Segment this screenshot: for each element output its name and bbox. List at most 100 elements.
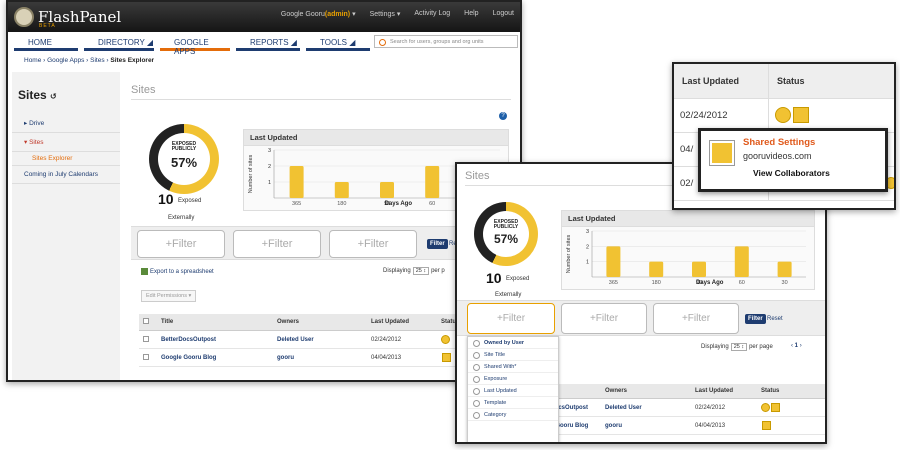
building-icon[interactable]: [442, 353, 451, 362]
table-row[interactable]: BetterDocsOutpost Deleted User 02/24/201…: [529, 398, 825, 417]
per-page-select[interactable]: 25 ↕: [412, 267, 430, 275]
filter-button-2[interactable]: +Filter: [561, 303, 647, 334]
row-title[interactable]: BetterDocsOutpost: [157, 330, 273, 349]
crumb-sites[interactable]: Sites: [90, 57, 104, 64]
displaying-label: Displaying: [383, 268, 411, 274]
globe-icon[interactable]: [441, 335, 450, 344]
row-owner[interactable]: gooru: [273, 348, 367, 367]
sites-table-zoom: Title Owners Last Updated Status BetterD…: [529, 384, 825, 435]
col-status[interactable]: Status: [757, 384, 825, 399]
row-checkbox[interactable]: [143, 353, 149, 360]
row-status: [768, 98, 894, 133]
help-link[interactable]: Help: [464, 10, 478, 18]
filter-apply-button[interactable]: Filter: [745, 314, 766, 324]
filter-button-1-active[interactable]: +Filter: [467, 303, 555, 334]
per-page-select[interactable]: 25 ↕: [730, 343, 748, 351]
exposed-label: Exposed: [178, 198, 202, 204]
row-owner[interactable]: gooru: [601, 416, 691, 435]
shared-settings-tooltip: Shared Settings gooruvideos.com View Col…: [698, 128, 888, 192]
crumb-current: Sites Explorer: [110, 57, 155, 64]
nav-home[interactable]: HOME: [14, 34, 78, 51]
export-link[interactable]: Export to a spreadsheet: [141, 268, 214, 275]
refresh-icon[interactable]: ↺: [50, 92, 57, 101]
nav-reports[interactable]: REPORTS ◢: [236, 34, 300, 51]
row-checkbox[interactable]: [143, 335, 149, 342]
building-icon[interactable]: [793, 107, 809, 123]
dropdown-option-template[interactable]: Template: [468, 397, 558, 409]
dropdown-option-category[interactable]: Category: [468, 409, 558, 421]
col-title[interactable]: Title: [157, 314, 273, 331]
nav-directory[interactable]: DIRECTORY ◢: [84, 34, 154, 51]
filter-button-2[interactable]: +Filter: [233, 230, 321, 258]
building-icon[interactable]: [762, 421, 771, 430]
search-icon: [379, 39, 386, 46]
flashpanel-logo-icon[interactable]: [14, 7, 34, 27]
col-owners[interactable]: Owners: [273, 314, 367, 331]
search-input[interactable]: Search for users, groups and org units: [374, 35, 518, 48]
table-header: Title Owners Last Updated Status: [529, 384, 825, 399]
crumb-google-apps[interactable]: Google Apps: [47, 57, 84, 64]
beta-badge: BETA: [39, 23, 56, 29]
per-page-value: 25: [415, 268, 422, 274]
sidebar-drive-label: Drive: [29, 120, 45, 127]
edit-permissions-button[interactable]: Edit Permissions ▾: [141, 290, 197, 302]
next-page-button[interactable]: ›: [800, 343, 802, 349]
globe-icon[interactable]: [761, 403, 770, 412]
nav-google-apps[interactable]: GOOGLE APPS: [160, 34, 230, 56]
view-collaborators-link[interactable]: View Collaborators: [753, 168, 830, 178]
exposed-label-2: Externally: [168, 215, 195, 221]
filter-apply-button[interactable]: Filter: [427, 239, 448, 249]
row-select-cell: [139, 330, 157, 349]
filter-bar-zoom: +Filter +Filter +Filter Filter Reset: [457, 300, 825, 336]
crumb-home[interactable]: Home: [24, 57, 41, 64]
filter-button-1[interactable]: +Filter: [137, 230, 225, 258]
table-row[interactable]: Google Gooru Blog gooru 04/04/2013: [529, 416, 825, 435]
row-title[interactable]: Google Gooru Blog: [157, 348, 273, 367]
chart-xtick: 365: [292, 201, 301, 207]
prev-page-button[interactable]: ‹: [791, 343, 793, 349]
user-name: Google Gooru: [280, 11, 325, 18]
dropdown-option-last-updated[interactable]: Last Updated: [468, 385, 558, 397]
filter-reset-link[interactable]: Reset: [767, 316, 783, 322]
sidebar-title-text: Sites: [18, 88, 47, 102]
last-updated-title-zoom: Last Updated: [562, 211, 814, 227]
dropdown-option-exposure[interactable]: Exposure: [468, 373, 558, 385]
nav-tools-label: TOOLS: [320, 38, 347, 47]
col-updated[interactable]: Last Updated: [367, 314, 437, 331]
row-owner[interactable]: Deleted User: [601, 398, 691, 417]
activity-log-link[interactable]: Activity Log: [414, 10, 450, 18]
user-menu[interactable]: Google Gooru(admin) ▾: [281, 10, 356, 18]
chart-ytick: 1: [586, 260, 589, 266]
edit-permissions-label: Edit Permissions: [146, 293, 187, 299]
settings-menu[interactable]: Settings ▾: [370, 10, 401, 18]
globe-icon[interactable]: [775, 107, 791, 123]
col-owners[interactable]: Owners: [601, 384, 691, 399]
table-header: Last Updated Status: [674, 64, 894, 99]
table-row: 02/24/2012: [674, 98, 894, 133]
chart-ytick: 2: [586, 244, 589, 250]
sidebar-item-sites[interactable]: ▾ Sites: [12, 133, 120, 152]
select-all-checkbox[interactable]: [143, 318, 149, 324]
chart-xtick: 365: [609, 280, 618, 286]
help-icon[interactable]: ?: [499, 112, 507, 120]
col-updated[interactable]: Last Updated: [691, 384, 757, 399]
sidebar-item-sites-explorer[interactable]: Sites Explorer: [12, 152, 120, 166]
col-updated[interactable]: Last Updated: [674, 64, 769, 99]
filter-button-3[interactable]: +Filter: [329, 230, 417, 258]
building-icon[interactable]: [771, 403, 780, 412]
donut-label: EXPOSED PUBLICLY: [149, 142, 219, 152]
col-status[interactable]: Status: [768, 64, 894, 99]
settings-label: Settings: [369, 11, 395, 18]
nav-tools[interactable]: TOOLS ◢: [306, 34, 370, 51]
logout-link[interactable]: Logout: [493, 10, 514, 18]
row-owner[interactable]: Deleted User: [273, 330, 367, 349]
user-role: (admin): [324, 11, 351, 18]
dropdown-option-shared-with[interactable]: Shared With*: [468, 361, 558, 373]
dropdown-option-site-title[interactable]: Site Title: [468, 349, 558, 361]
filter-button-3[interactable]: +Filter: [653, 303, 739, 334]
sidebar-item-drive[interactable]: ▸ Drive: [12, 114, 120, 133]
dropdown-option-owned-by-user[interactable]: Owned by User: [468, 337, 558, 349]
sidebar-item-calendars[interactable]: Coming in July Calendars: [12, 166, 120, 184]
row-date: 02/24/2012: [691, 398, 757, 417]
pane-title: Sites: [131, 84, 511, 100]
